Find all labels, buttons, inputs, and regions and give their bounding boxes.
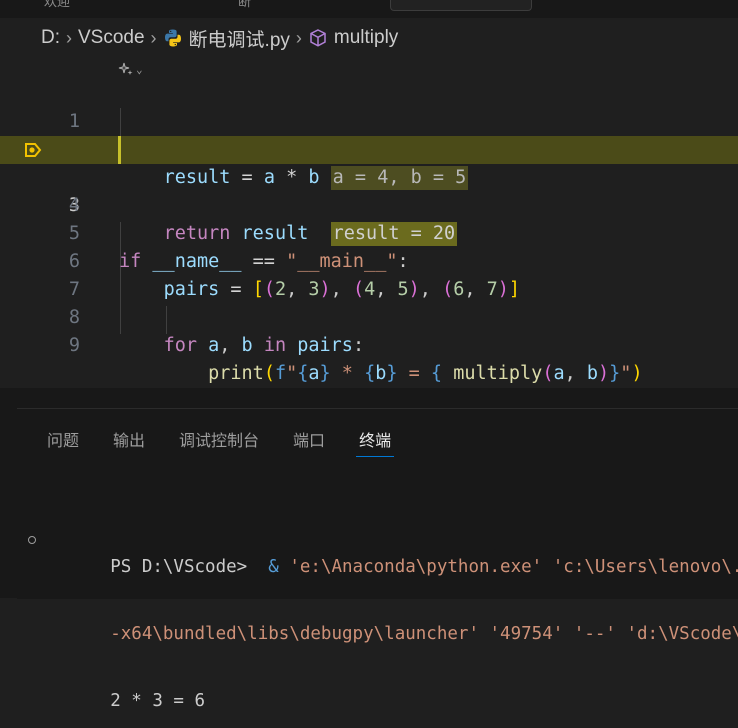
debug-stopped-arrow-icon: [25, 143, 42, 157]
terminal-output: 2 * 3 = 6: [110, 691, 206, 711]
panel-sash[interactable]: [0, 388, 738, 408]
terminal-args-cont: -x64\bundled\libs\debugpy\launcher' '497…: [110, 624, 738, 644]
breadcrumb: D: › VScode › 断电调试.py › multiply: [0, 18, 738, 58]
code-text: for a, b in pairs:: [163, 335, 365, 356]
terminal-ampersand: &: [257, 557, 290, 577]
breadcrumb-file-label: 断电调试.py: [188, 29, 290, 51]
line-number: 9: [68, 335, 80, 356]
code-line[interactable]: 7: [0, 248, 738, 300]
breadcrumb-drive[interactable]: D:: [41, 27, 60, 49]
command-center-edge[interactable]: [390, 0, 532, 11]
terminal-line: PS D:\VScode> & 'e:\Anaconda\python.exe'…: [17, 527, 738, 577]
chevron-right-icon: ›: [295, 27, 302, 48]
breadcrumb-symbol[interactable]: multiply: [308, 27, 398, 49]
code-line[interactable]: 9 print(f"{a} * {b} = { multiply(a, b)}"…: [0, 304, 738, 384]
terminal-prompt: PS D:\VScode>: [110, 557, 258, 577]
code-line[interactable]: 5 if __name__ == "__main__":: [0, 192, 738, 272]
code-line[interactable]: 4: [0, 164, 738, 216]
sparkle-icon: [118, 62, 133, 75]
terminal[interactable]: PS D:\VScode> & 'e:\Anaconda\python.exe'…: [17, 487, 738, 728]
command-decoration-icon[interactable]: [28, 536, 36, 544]
chevron-right-icon: ›: [66, 27, 72, 48]
breadcrumb-folder[interactable]: VScode: [78, 27, 145, 49]
terminal-line: 2 * 3 = 6: [17, 661, 738, 711]
code-line[interactable]: 8 for a, b in pairs:: [0, 276, 738, 356]
tab-welcome[interactable]: 欢迎: [44, 0, 70, 9]
tab-terminal[interactable]: 终端: [356, 427, 395, 457]
tab-debug-console[interactable]: 调试控制台: [179, 427, 259, 453]
code-line[interactable]: 1 def multiply(a, b):: [0, 80, 738, 160]
code-editor[interactable]: ⌄ 1 def multiply(a, b): 2 result = a * b…: [0, 58, 738, 388]
code-lens[interactable]: ⌄: [118, 58, 143, 80]
tab-output[interactable]: 输出: [113, 427, 145, 453]
bottom-panel: 问题 输出 调试控制台 端口 终端 PS D:\VScode> & 'e:\An…: [17, 408, 738, 711]
breadcrumb-file[interactable]: 断电调试.py: [163, 25, 290, 52]
panel-tabs: 问题 输出 调试控制台 端口 终端: [47, 427, 425, 457]
terminal-line: -x64\bundled\libs\debugpy\launcher' '497…: [17, 594, 738, 644]
tab-problems[interactable]: 问题: [47, 427, 79, 453]
chevron-right-icon: ›: [150, 27, 157, 48]
method-cube-icon: [310, 29, 326, 47]
code-line[interactable]: 6 pairs = [(2, 3), (4, 5), (6, 7)]: [0, 220, 738, 300]
tab-current-file[interactable]: 断: [238, 0, 251, 9]
terminal-args: 'e:\Anaconda\python.exe' 'c:\Users\lenov…: [289, 557, 738, 577]
python-file-icon: [164, 29, 181, 47]
breadcrumb-symbol-label: multiply: [333, 27, 399, 48]
tab-ports[interactable]: 端口: [293, 427, 325, 453]
chevron-down-icon: ⌄: [136, 62, 143, 76]
activity-bar-strip: [0, 388, 17, 598]
code-text: print(f"{a} * {b} = { multiply(a, b)}"): [208, 363, 643, 384]
code-line[interactable]: 2 result = a * b a = 4, b = 5: [0, 108, 738, 190]
code-line-current[interactable]: 3 return result result = 20: [0, 136, 738, 246]
editor-tab-bar: 欢迎 断: [0, 0, 738, 18]
